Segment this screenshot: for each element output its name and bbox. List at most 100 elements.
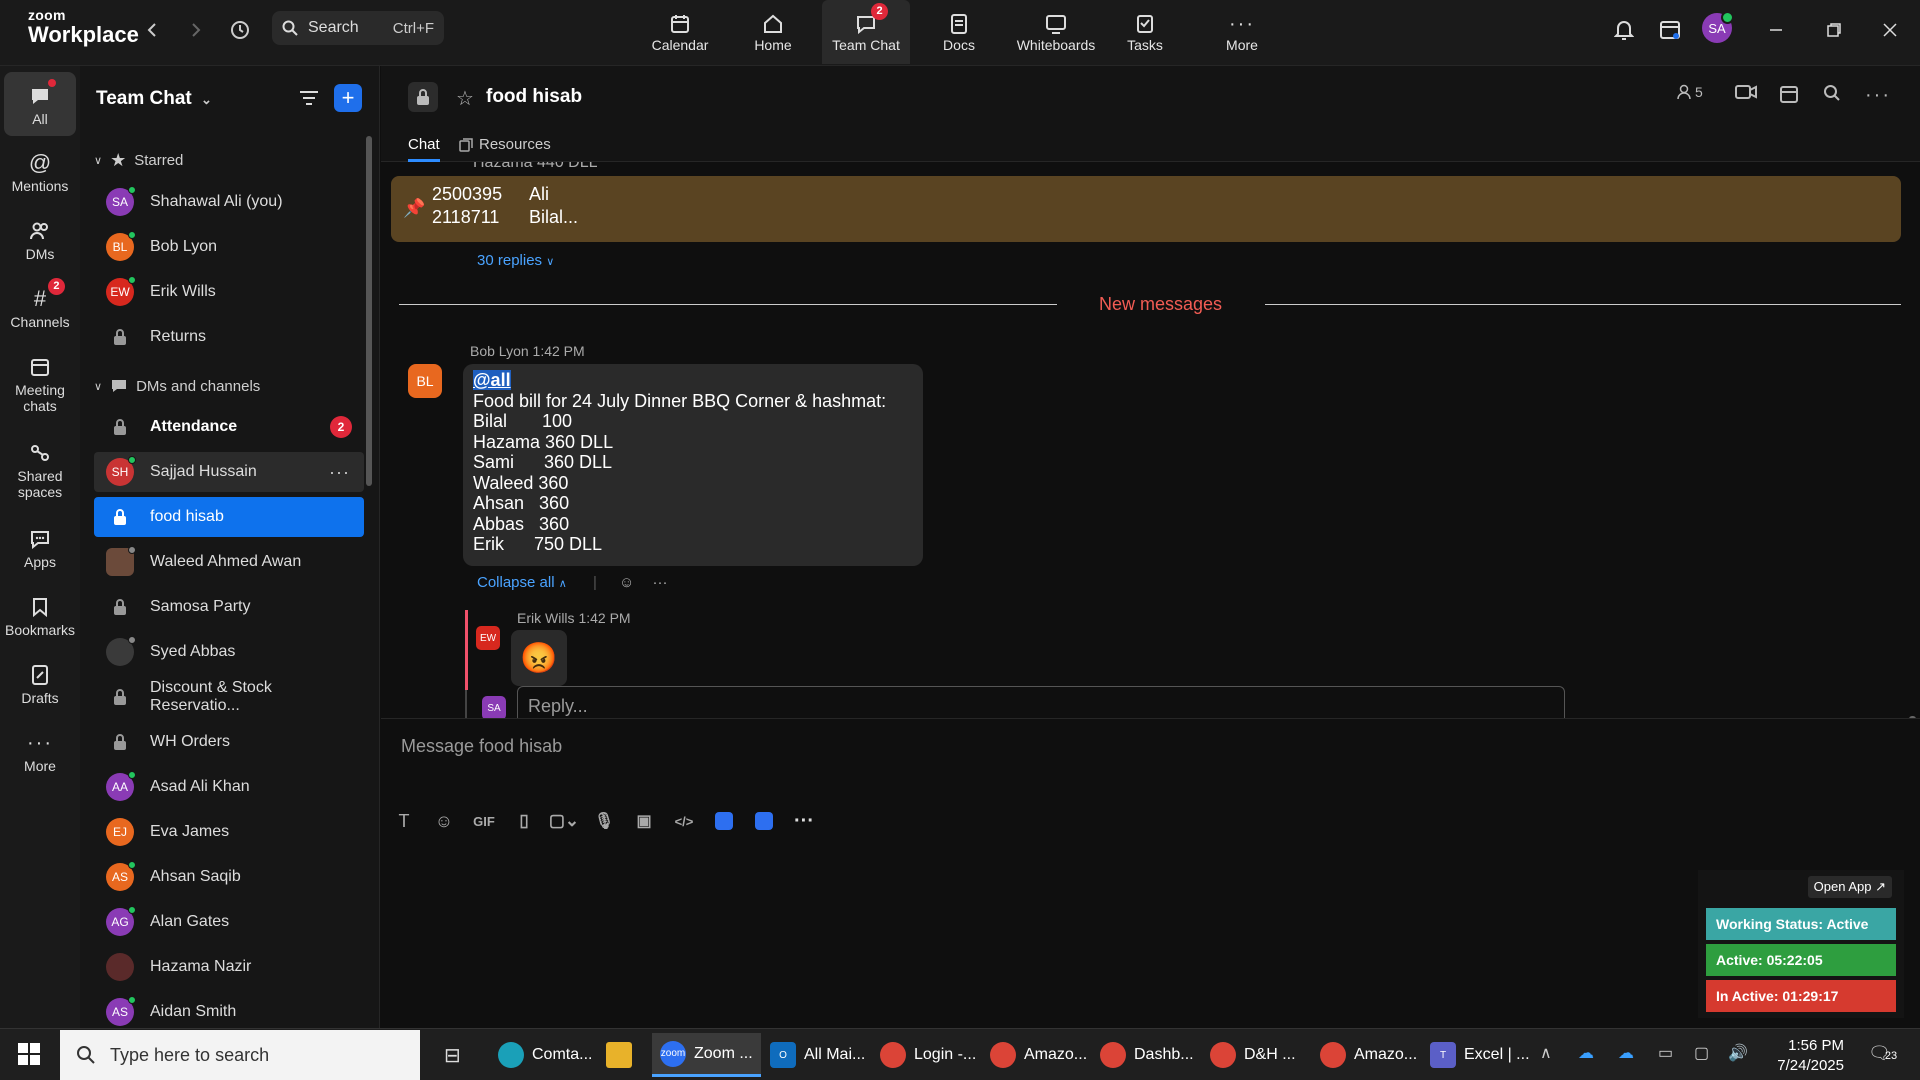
tab-whiteboards[interactable]: Whiteboards [1008, 0, 1104, 64]
add-reaction-icon[interactable]: ☺ [619, 574, 634, 591]
tab-docs[interactable]: Docs [915, 0, 1003, 64]
sidebar-item-waleed[interactable]: Waleed Ahmed Awan [94, 542, 364, 582]
rail-more[interactable]: ··· More [4, 728, 76, 774]
sidebar-item-sajjad[interactable]: SH Sajjad Hussain ··· [94, 452, 364, 492]
section-starred[interactable]: ∨ ★ Starred [94, 148, 183, 172]
add-button[interactable]: + [334, 84, 362, 112]
sidebar-item-samosa[interactable]: Samosa Party [94, 587, 364, 627]
sidebar-scrollbar[interactable] [366, 136, 372, 486]
more-options-icon[interactable]: ··· [787, 809, 821, 833]
members-button[interactable]: 5 [1677, 84, 1703, 100]
onedrive-icon[interactable]: ☁ [1618, 1043, 1634, 1063]
more-options-icon[interactable]: ··· [653, 574, 668, 591]
filter-icon[interactable] [298, 88, 320, 108]
chevron-up-icon[interactable]: ∧ [1540, 1043, 1552, 1063]
back-arrow-icon[interactable] [138, 16, 166, 44]
tab-resources[interactable]: Resources [459, 136, 551, 153]
taskbar-app[interactable]: D&H ... [1202, 1033, 1304, 1077]
taskbar-app[interactable]: Login -... [872, 1033, 984, 1077]
tab-more[interactable]: ··· More [1198, 0, 1286, 64]
taskbar-clock[interactable]: 1:56 PM 7/24/2025 [1760, 1036, 1844, 1076]
sidebar-item-discount[interactable]: Discount & Stock Reservatio... [94, 677, 364, 717]
sidebar-item-asad[interactable]: AA Asad Ali Khan [94, 767, 364, 807]
search-icon[interactable] [1823, 84, 1841, 102]
sidebar-item-shahawal[interactable]: SA Shahawal Ali (you) [94, 182, 364, 222]
windows-start-icon[interactable] [18, 1043, 40, 1065]
sidebar-item-erik-wills[interactable]: EW Erik Wills [94, 272, 364, 312]
rail-mentions[interactable]: @ Mentions [4, 148, 76, 195]
app-icon[interactable] [707, 809, 741, 833]
minimize-icon[interactable] [1762, 16, 1790, 44]
taskbar-app[interactable] [598, 1033, 640, 1077]
reply-input[interactable] [528, 693, 1428, 719]
mention-tag[interactable]: @all [473, 370, 511, 390]
rail-all[interactable]: All [4, 72, 76, 136]
forward-arrow-icon[interactable] [182, 16, 210, 44]
volume-icon[interactable]: 🔊 [1728, 1043, 1748, 1063]
avatar[interactable]: EW [476, 626, 500, 650]
sidebar-item-returns[interactable]: Returns [94, 317, 364, 357]
taskbar-app[interactable]: Amazo... [982, 1033, 1095, 1077]
more-options-icon[interactable]: ··· [329, 462, 350, 483]
rail-drafts[interactable]: Drafts [4, 660, 76, 706]
app-icon[interactable] [747, 809, 781, 833]
tab-tasks[interactable]: Tasks [1101, 0, 1189, 64]
tab-chat[interactable]: Chat [408, 136, 440, 162]
tab-home[interactable]: Home [729, 0, 817, 64]
sidebar-item-wh-orders[interactable]: WH Orders [94, 722, 364, 762]
rail-shared-spaces[interactable]: Shared spaces [4, 438, 76, 500]
video-icon[interactable] [1735, 84, 1757, 100]
network-icon[interactable]: ▢ [1694, 1043, 1709, 1063]
sidebar-item-ahsan[interactable]: AS Ahsan Saqib [94, 857, 364, 897]
notification-icon[interactable]: 🗨23 [1868, 1043, 1897, 1064]
battery-icon[interactable]: ▭ [1658, 1043, 1673, 1063]
format-text-icon[interactable]: T [387, 809, 421, 833]
taskbar-app[interactable]: Amazo... [1312, 1033, 1425, 1077]
rail-apps[interactable]: Apps [4, 524, 76, 570]
taskbar-app[interactable]: T Excel | ... [1422, 1033, 1538, 1077]
taskbar-app[interactable]: Comta... [490, 1033, 600, 1077]
restore-icon[interactable] [1820, 16, 1848, 44]
emoji-message[interactable]: 😡 [511, 630, 567, 686]
microphone-icon[interactable]: 🎙 [587, 809, 621, 833]
sidebar-item-alan[interactable]: AG Alan Gates [94, 902, 364, 942]
onedrive-icon[interactable]: ☁ [1578, 1043, 1594, 1063]
emoji-icon[interactable]: ☺ [427, 809, 461, 833]
video-message-icon[interactable]: ▣ [627, 809, 661, 833]
close-icon[interactable] [1876, 16, 1904, 44]
avatar[interactable]: BL [408, 364, 442, 398]
pinned-message[interactable]: 📌 2500395 Ali 2118711 Bilal... [391, 176, 1901, 242]
taskbar-search[interactable]: Type here to search [60, 1030, 420, 1080]
message-bubble[interactable]: @all Food bill for 24 July Dinner BBQ Co… [463, 364, 923, 566]
screenshot-icon[interactable]: ▢⌄ [547, 809, 581, 833]
code-icon[interactable]: </> [667, 809, 701, 833]
sidebar-item-hazama[interactable]: Hazama Nazir [94, 947, 364, 987]
tab-calendar[interactable]: Calendar [636, 0, 724, 64]
rail-bookmarks[interactable]: Bookmarks [4, 592, 76, 638]
section-dms-channels[interactable]: ∨ DMs and channels [94, 374, 260, 398]
more-options-icon[interactable]: ··· [1865, 84, 1891, 107]
file-icon[interactable]: ▯ [507, 809, 541, 833]
sidebar-title[interactable]: Team Chat ⌄ [96, 88, 212, 110]
collapse-all-link[interactable]: Collapse all ∧ | ☺ ··· [477, 574, 668, 591]
rail-channels[interactable]: #2 Channels [4, 278, 76, 330]
sidebar-item-eva[interactable]: EJ Eva James [94, 812, 364, 852]
replies-link[interactable]: 30 replies ∨ [477, 252, 554, 269]
search-bar[interactable]: Search Ctrl+F [272, 11, 444, 45]
sidebar-item-aidan[interactable]: AS Aidan Smith [94, 992, 364, 1032]
tab-team-chat[interactable]: 2 Team Chat [822, 0, 910, 64]
sidebar-item-food-hisab[interactable]: food hisab [94, 497, 364, 537]
taskbar-app[interactable]: Dashb... [1092, 1033, 1202, 1077]
task-view-icon[interactable]: ⊟ [436, 1033, 469, 1077]
rail-dms[interactable]: DMs [4, 216, 76, 262]
bell-icon[interactable] [1610, 16, 1638, 44]
taskbar-app[interactable]: zoom Zoom ... [652, 1033, 761, 1077]
avatar[interactable]: SA [1702, 11, 1734, 43]
taskbar-app[interactable]: O All Mai... [762, 1033, 873, 1077]
calendar-icon[interactable] [1779, 84, 1799, 104]
reply-author[interactable]: Erik Wills [517, 610, 575, 626]
calendar-status-icon[interactable] [1656, 16, 1684, 44]
message-input[interactable] [401, 731, 1401, 761]
sidebar-item-bob-lyon[interactable]: BL Bob Lyon [94, 227, 364, 267]
sidebar-item-attendance[interactable]: Attendance 2 [94, 407, 364, 447]
